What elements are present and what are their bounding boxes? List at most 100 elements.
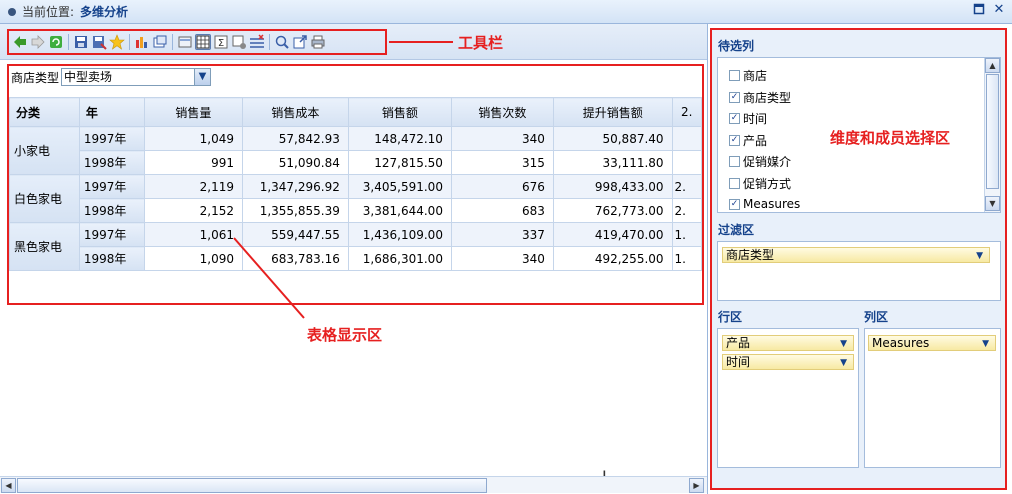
grid-icon[interactable]: [195, 34, 211, 50]
row-zone-title: 行区: [718, 310, 743, 324]
column-header[interactable]: 2.: [671, 97, 702, 127]
checkbox[interactable]: ✓: [729, 112, 740, 124]
chevron-down-icon[interactable]: ▼: [982, 337, 989, 351]
column-header[interactable]: 销售成本: [242, 97, 349, 127]
value-cell: 1.: [671, 222, 702, 247]
column-zone[interactable]: Measures ▼: [864, 328, 1001, 468]
zoom-icon[interactable]: [274, 34, 290, 50]
chevron-down-icon[interactable]: ▼: [840, 337, 847, 351]
scroll-right-icon[interactable]: ▶: [689, 478, 704, 493]
value-cell: 315: [450, 150, 554, 175]
checkbox[interactable]: ✓: [729, 91, 740, 103]
column-header[interactable]: 销售额: [347, 97, 452, 127]
title-bar: 当前位置: 多维分析 ✕: [0, 0, 1012, 24]
checkbox[interactable]: [729, 155, 740, 167]
pill-label: 产品: [726, 336, 751, 350]
scroll-down-icon[interactable]: ▼: [985, 196, 1000, 211]
candidate-item[interactable]: ✓ 产品: [729, 131, 767, 149]
checkbox[interactable]: ✓: [729, 134, 740, 146]
row-pill[interactable]: 产品 ▼: [722, 335, 854, 351]
window-icon[interactable]: [152, 34, 168, 50]
candidate-item[interactable]: ✓ 时间: [729, 109, 767, 127]
value-cell: 57,842.93: [242, 126, 349, 151]
year-cell[interactable]: 1997年: [78, 222, 145, 247]
sum-icon[interactable]: Σ: [213, 34, 229, 50]
pivot-table: 分类 年 销售量 销售成本 销售额 销售次数 提升销售额 2. 小家电 1997…: [9, 97, 702, 271]
refresh-icon[interactable]: [48, 34, 64, 50]
export-icon[interactable]: [292, 34, 308, 50]
chevron-down-icon[interactable]: ▼: [194, 69, 211, 85]
candidate-label: 产品: [743, 133, 768, 148]
chart-icon[interactable]: [134, 34, 150, 50]
checkbox[interactable]: ✓: [729, 198, 740, 210]
save-as-icon[interactable]: [91, 34, 107, 50]
value-cell: 2,152: [143, 198, 244, 223]
candidate-label: 促销方式: [743, 176, 792, 191]
filter-pill[interactable]: 商店类型 ▼: [722, 247, 990, 263]
table-row: 黑色家电 1997年 1,061 559,447.55 1,436,109.00…: [9, 222, 702, 271]
scrollbar-thumb[interactable]: [17, 478, 487, 493]
scroll-left-icon[interactable]: ◀: [1, 478, 16, 493]
value-cell: 683: [450, 198, 554, 223]
value-cell: 340: [450, 126, 554, 151]
year-cell[interactable]: 1998年: [78, 246, 145, 271]
value-cell: 676: [450, 174, 554, 199]
value-cell: 148,472.10: [347, 126, 452, 151]
category-cell[interactable]: 小家电: [9, 126, 80, 175]
properties-icon[interactable]: [177, 34, 193, 50]
column-header[interactable]: 年: [78, 97, 145, 127]
value-cell: 2.: [671, 198, 702, 223]
remove-icon[interactable]: [249, 34, 265, 50]
forward-icon[interactable]: [30, 34, 46, 50]
format-icon[interactable]: [231, 34, 247, 50]
store-type-select[interactable]: 中型卖场 ▼: [61, 68, 212, 86]
column-zone-title: 列区: [864, 310, 889, 324]
candidate-scrollbar[interactable]: ▲ ▼: [984, 58, 1000, 212]
print-icon[interactable]: [310, 34, 326, 50]
value-cell: 492,255.00: [552, 246, 673, 271]
value-cell: 51,090.84: [242, 150, 349, 175]
pill-label: 商店类型: [726, 248, 775, 262]
back-icon[interactable]: [12, 34, 28, 50]
value-cell: 419,470.00: [552, 222, 673, 247]
value-cell: 1,090: [143, 246, 244, 271]
scroll-up-icon[interactable]: ▲: [985, 58, 1000, 73]
column-header[interactable]: 销售量: [143, 97, 244, 127]
save-icon[interactable]: [73, 34, 89, 50]
column-pill[interactable]: Measures ▼: [868, 335, 996, 351]
scrollbar-thumb[interactable]: [986, 74, 999, 189]
column-header[interactable]: 分类: [9, 97, 80, 127]
candidate-item[interactable]: 促销媒介: [729, 152, 791, 170]
value-cell: 340: [450, 246, 554, 271]
favorite-icon[interactable]: [109, 34, 125, 50]
candidate-item[interactable]: 促销方式: [729, 174, 791, 192]
horizontal-scrollbar[interactable]: ◀ ▶: [0, 476, 707, 493]
toolbar: Σ: [7, 29, 387, 55]
year-cell[interactable]: 1997年: [78, 126, 145, 151]
chevron-down-icon[interactable]: ▼: [840, 356, 847, 370]
column-header[interactable]: 提升销售额: [552, 97, 673, 127]
year-cell[interactable]: 1998年: [78, 198, 145, 223]
column-header[interactable]: 销售次数: [450, 97, 554, 127]
close-icon[interactable]: ✕: [992, 3, 1006, 17]
value-cell: 50,887.40: [552, 126, 673, 151]
checkbox[interactable]: [729, 177, 740, 189]
year-cell[interactable]: 1998年: [78, 150, 145, 175]
category-cell[interactable]: 白色家电: [9, 174, 80, 223]
maximize-icon[interactable]: [972, 3, 986, 17]
candidate-item[interactable]: ✓ 商店类型: [729, 88, 791, 106]
category-cell[interactable]: 黑色家电: [9, 222, 80, 271]
filter-zone[interactable]: 商店类型 ▼: [717, 241, 1001, 301]
toolbar-annotation-line: [389, 41, 453, 43]
toolbar-annotation: 工具栏: [458, 34, 504, 52]
row-zone[interactable]: 产品 ▼ 时间 ▼: [717, 328, 859, 468]
chevron-down-icon[interactable]: ▼: [976, 249, 983, 263]
candidate-label: 时间: [743, 111, 768, 126]
year-cell[interactable]: 1997年: [78, 174, 145, 199]
candidate-item[interactable]: 商店: [729, 66, 767, 84]
pill-label: Measures: [872, 336, 930, 350]
checkbox[interactable]: [729, 69, 740, 81]
row-pill[interactable]: 时间 ▼: [722, 354, 854, 370]
value-cell: 1,347,296.92: [242, 174, 349, 199]
candidate-item[interactable]: ✓ Measures: [729, 195, 800, 212]
